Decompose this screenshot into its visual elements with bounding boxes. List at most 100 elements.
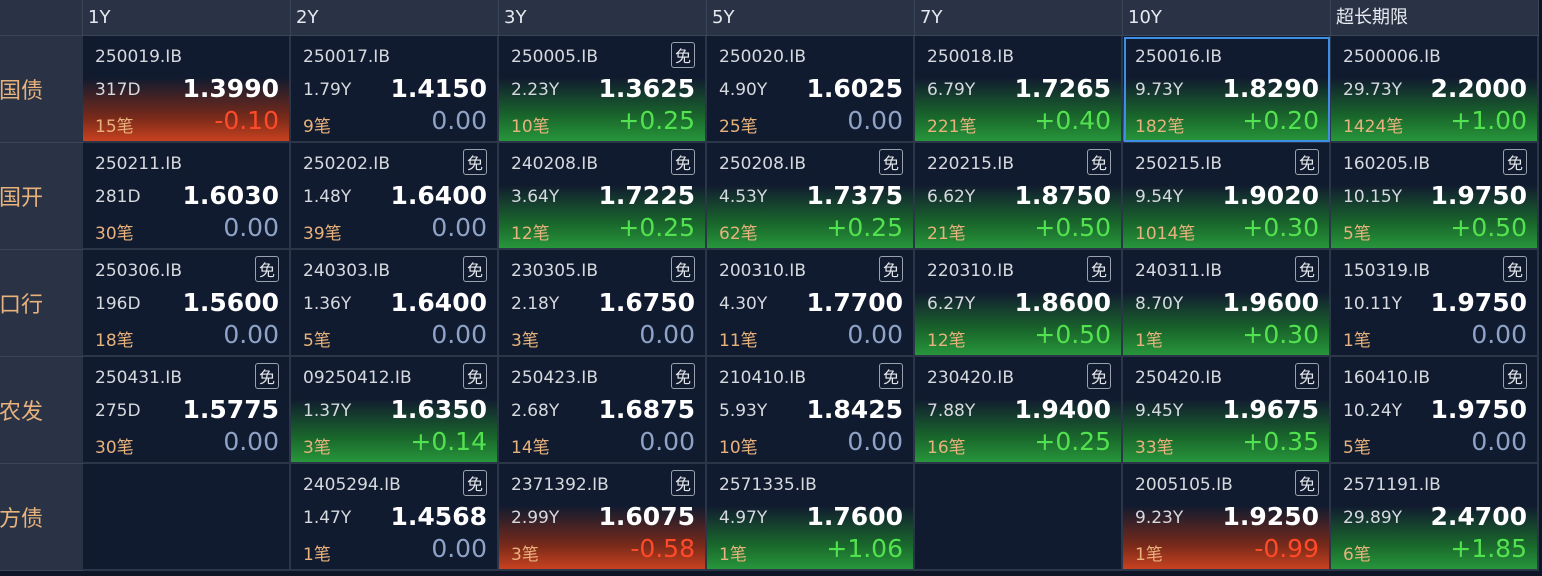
bond-cell[interactable]: 250018.IB 6.79Y 1.7265 221笔 +0.40 xyxy=(915,36,1123,143)
bond-code: 160205.IB xyxy=(1343,154,1430,174)
yield-value: 1.9675 xyxy=(1222,395,1319,424)
bond-cell[interactable]: 250208.IB 免 4.53Y 1.7375 62笔 +0.25 xyxy=(707,143,915,250)
bond-cell[interactable]: 250306.IB 免 196D 1.5600 18笔 0.00 xyxy=(83,250,291,357)
yield-value: 1.9750 xyxy=(1430,395,1527,424)
remaining-term: 5.93Y xyxy=(719,401,768,421)
bond-cell[interactable]: 250211.IB 281D 1.6030 30笔 0.00 xyxy=(83,143,291,250)
column-header-2[interactable]: 3Y xyxy=(499,0,707,36)
yield-change: 0.00 xyxy=(431,534,487,563)
tax-exempt-badge: 免 xyxy=(1087,256,1111,282)
tax-exempt-badge: 免 xyxy=(879,363,903,389)
column-header-6[interactable]: 超长期限 xyxy=(1331,0,1539,36)
yield-value: 1.5775 xyxy=(182,395,279,424)
trade-count: 9笔 xyxy=(303,117,331,137)
tax-exempt-badge: 免 xyxy=(1503,363,1527,389)
bond-cell[interactable]: 250005.IB 免 2.23Y 1.3625 10笔 +0.25 xyxy=(499,36,707,143)
remaining-term: 2.68Y xyxy=(511,401,560,421)
yield-value: 1.4150 xyxy=(390,74,487,103)
bond-cell[interactable]: 2371392.IB 免 2.99Y 1.6075 3笔 -0.58 xyxy=(499,464,707,571)
trade-count: 1笔 xyxy=(1343,331,1371,351)
trade-count: 18笔 xyxy=(95,331,134,351)
column-header-0[interactable]: 1Y xyxy=(83,0,291,36)
bond-cell[interactable]: 160205.IB 免 10.15Y 1.9750 5笔 +0.50 xyxy=(1331,143,1539,250)
remaining-term: 9.54Y xyxy=(1135,187,1184,207)
bond-code: 240311.IB xyxy=(1135,261,1222,281)
yield-value: 1.7225 xyxy=(598,181,695,210)
tax-exempt-badge: 免 xyxy=(1295,149,1319,175)
bond-cell[interactable]: 220310.IB 免 6.27Y 1.8600 12笔 +0.50 xyxy=(915,250,1123,357)
yield-change: +0.50 xyxy=(1034,213,1111,242)
trade-count: 3笔 xyxy=(511,331,539,351)
bond-cell[interactable]: 240303.IB 免 1.36Y 1.6400 5笔 0.00 xyxy=(291,250,499,357)
bond-cell[interactable]: 230305.IB 免 2.18Y 1.6750 3笔 0.00 xyxy=(499,250,707,357)
column-header-4[interactable]: 7Y xyxy=(915,0,1123,36)
bond-cell[interactable]: 240311.IB 免 8.70Y 1.9600 1笔 +0.30 xyxy=(1123,250,1331,357)
bond-cell[interactable]: 150319.IB 免 10.11Y 1.9750 1笔 0.00 xyxy=(1331,250,1539,357)
tax-exempt-badge: 免 xyxy=(463,149,487,175)
row-header-0[interactable]: 国债 xyxy=(0,36,83,143)
bond-cell[interactable]: 250423.IB 免 2.68Y 1.6875 14笔 0.00 xyxy=(499,357,707,464)
bond-cell[interactable]: 250202.IB 免 1.48Y 1.6400 39笔 0.00 xyxy=(291,143,499,250)
yield-change: 0.00 xyxy=(1471,320,1527,349)
bond-cell[interactable]: 230420.IB 免 7.88Y 1.9400 16笔 +0.25 xyxy=(915,357,1123,464)
bond-code: 2005105.IB xyxy=(1135,475,1233,495)
yield-value: 1.7600 xyxy=(806,502,903,531)
remaining-term: 29.73Y xyxy=(1343,80,1403,100)
remaining-term: 2.99Y xyxy=(511,508,560,528)
trade-count: 3笔 xyxy=(303,438,331,458)
remaining-term: 6.79Y xyxy=(927,80,976,100)
yield-change: 0.00 xyxy=(847,106,903,135)
bond-code: 220310.IB xyxy=(927,261,1014,281)
bond-code: 240208.IB xyxy=(511,154,598,174)
yield-change: 0.00 xyxy=(223,213,279,242)
bond-cell[interactable]: 160410.IB 免 10.24Y 1.9750 5笔 0.00 xyxy=(1331,357,1539,464)
row-header-4[interactable]: 地方债 xyxy=(0,464,83,571)
yield-value: 1.6875 xyxy=(598,395,695,424)
bond-cell[interactable]: 220215.IB 免 6.62Y 1.8750 21笔 +0.50 xyxy=(915,143,1123,250)
bond-cell[interactable]: 250016.IB 9.73Y 1.8290 182笔 +0.20 xyxy=(1123,36,1331,143)
yield-value: 1.6350 xyxy=(390,395,487,424)
yield-change: +0.50 xyxy=(1450,213,1527,242)
bond-cell[interactable]: 2405294.IB 免 1.47Y 1.4568 1笔 0.00 xyxy=(291,464,499,571)
row-header-3[interactable]: 农发 xyxy=(0,357,83,464)
remaining-term: 275D xyxy=(95,401,141,421)
bond-cell[interactable]: 250020.IB 4.90Y 1.6025 25笔 0.00 xyxy=(707,36,915,143)
yield-value: 2.4700 xyxy=(1430,502,1527,531)
tax-exempt-badge: 免 xyxy=(255,256,279,282)
bond-cell[interactable]: 250420.IB 免 9.45Y 1.9675 33笔 +0.35 xyxy=(1123,357,1331,464)
yield-change: -0.10 xyxy=(214,106,279,135)
bond-cell[interactable]: 250431.IB 免 275D 1.5775 30笔 0.00 xyxy=(83,357,291,464)
bond-cell[interactable]: 2571335.IB 4.97Y 1.7600 1笔 +1.06 xyxy=(707,464,915,571)
bond-cell[interactable]: 210410.IB 免 5.93Y 1.8425 10笔 0.00 xyxy=(707,357,915,464)
bond-cell[interactable]: 250017.IB 1.79Y 1.4150 9笔 0.00 xyxy=(291,36,499,143)
row-header-2[interactable]: 口行 xyxy=(0,250,83,357)
bond-cell[interactable]: 240208.IB 免 3.64Y 1.7225 12笔 +0.25 xyxy=(499,143,707,250)
bond-code: 2371392.IB xyxy=(511,475,609,495)
trade-count: 15笔 xyxy=(95,117,134,137)
bond-cell[interactable]: 2005105.IB 免 9.23Y 1.9250 1笔 -0.99 xyxy=(1123,464,1331,571)
bond-code: 250018.IB xyxy=(927,47,1014,67)
bond-cell[interactable]: 200310.IB 免 4.30Y 1.7700 11笔 0.00 xyxy=(707,250,915,357)
remaining-term: 1.47Y xyxy=(303,508,352,528)
remaining-term: 10.11Y xyxy=(1343,294,1403,314)
column-header-5[interactable]: 10Y xyxy=(1123,0,1331,36)
bond-code: 250019.IB xyxy=(95,47,182,67)
bond-code: 250431.IB xyxy=(95,368,182,388)
bond-cell[interactable]: 2571191.IB 29.89Y 2.4700 6笔 +1.85 xyxy=(1331,464,1539,571)
yield-value: 1.3625 xyxy=(598,74,695,103)
trade-count: 21笔 xyxy=(927,224,966,244)
bond-cell[interactable]: 250215.IB 免 9.54Y 1.9020 1014笔 +0.30 xyxy=(1123,143,1331,250)
trade-count: 39笔 xyxy=(303,224,342,244)
column-header-1[interactable]: 2Y xyxy=(291,0,499,36)
bond-cell[interactable]: 250019.IB 317D 1.3990 15笔 -0.10 xyxy=(83,36,291,143)
trade-count: 1笔 xyxy=(303,545,331,565)
column-header-3[interactable]: 5Y xyxy=(707,0,915,36)
tax-exempt-badge: 免 xyxy=(255,363,279,389)
yield-value: 1.9750 xyxy=(1430,288,1527,317)
bond-cell[interactable]: 09250412.IB 免 1.37Y 1.6350 3笔 +0.14 xyxy=(291,357,499,464)
bond-code: 250306.IB xyxy=(95,261,182,281)
trade-count: 221笔 xyxy=(927,117,977,137)
row-header-1[interactable]: 国开 xyxy=(0,143,83,250)
yield-change: 0.00 xyxy=(639,427,695,456)
bond-cell[interactable]: 2500006.IB 29.73Y 2.2000 1424笔 +1.00 xyxy=(1331,36,1539,143)
